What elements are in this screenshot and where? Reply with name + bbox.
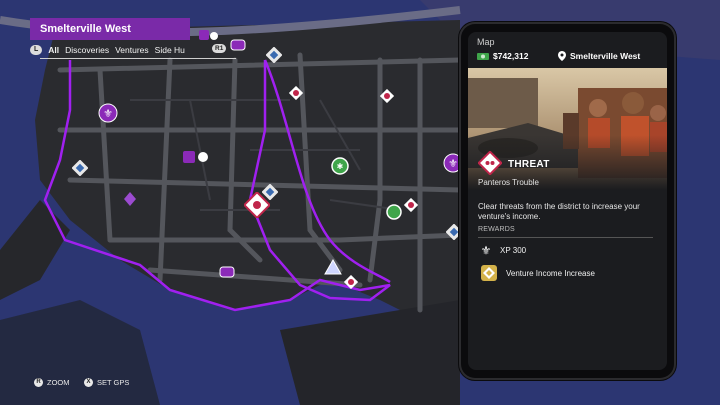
- fleur-marker[interactable]: ⚜: [98, 103, 118, 128]
- venture-income-icon: [481, 265, 497, 281]
- discovery-marker[interactable]: [71, 159, 89, 181]
- xp-icon: ⚜: [481, 244, 492, 256]
- filter-tab-discoveries[interactable]: Discoveries: [65, 45, 109, 55]
- location-pin-icon: [558, 51, 566, 61]
- rewards-label: REWARDS: [478, 226, 515, 233]
- discovery-marker[interactable]: [445, 223, 463, 245]
- filter-tab-ventures[interactable]: Ventures: [115, 45, 149, 55]
- money-value: $742,312: [493, 51, 529, 61]
- zoom-hint[interactable]: R ZOOM: [34, 378, 70, 387]
- cash-icon: [477, 52, 489, 60]
- money-display: $742,312: [477, 51, 528, 61]
- location-display: Smelterville West: [558, 51, 640, 61]
- district-name-tag: Smelterville West: [30, 18, 190, 40]
- filter-tab-side-hustles[interactable]: Side Hu: [155, 45, 185, 55]
- reward-venture-income: Venture Income Increase: [480, 264, 595, 282]
- set-gps-hint-label: SET GPS: [97, 378, 130, 387]
- rewards-divider: [478, 237, 653, 238]
- threat-marker[interactable]: [403, 197, 419, 217]
- reward-label: Venture Income Increase: [506, 268, 595, 278]
- phone-panel: Map $742,312 Smelterville West THREAT Pa…: [461, 24, 674, 378]
- fleur-marker[interactable]: ⚜: [443, 153, 463, 178]
- phone-app-title: Map: [477, 37, 495, 47]
- svg-text:⚜: ⚜: [481, 244, 492, 256]
- l1-button-icon[interactable]: L: [30, 45, 43, 55]
- collectible-marker[interactable]: [124, 192, 136, 211]
- threat-marker[interactable]: [288, 85, 304, 105]
- activity-name: Panteros Trouble: [478, 178, 539, 187]
- vehicle-marker[interactable]: [219, 265, 235, 284]
- svg-text:✱: ✱: [337, 162, 344, 171]
- map-filter-bar: L All Discoveries Ventures Side Hu: [30, 42, 238, 58]
- activity-type: THREAT: [508, 159, 550, 170]
- player-location-marker[interactable]: [324, 258, 342, 280]
- svg-text:⚜: ⚜: [448, 157, 458, 170]
- side-hustle-marker[interactable]: [183, 150, 209, 169]
- discovery-marker[interactable]: [261, 183, 279, 205]
- filter-underline: [40, 58, 236, 59]
- x-button-icon: X: [84, 378, 93, 387]
- threat-marker[interactable]: [343, 274, 359, 294]
- r1-button-icon[interactable]: R1: [212, 44, 227, 53]
- svg-text:⚜: ⚜: [103, 107, 113, 120]
- phone-screen: Map $742,312 Smelterville West THREAT Pa…: [468, 32, 667, 370]
- reward-label: XP 300: [500, 245, 527, 255]
- threat-marker[interactable]: [379, 88, 395, 108]
- threat-icon: [478, 151, 502, 175]
- filter-tab-all[interactable]: All: [48, 45, 59, 55]
- venture-marker[interactable]: [386, 204, 402, 225]
- zoom-hint-label: ZOOM: [47, 378, 70, 387]
- reward-xp: ⚜ XP 300: [480, 244, 526, 256]
- set-gps-hint[interactable]: X SET GPS: [84, 378, 129, 387]
- location-value: Smelterville West: [570, 51, 641, 61]
- r-button-icon: R: [34, 378, 43, 387]
- venture-marker[interactable]: ✱: [331, 157, 349, 180]
- discovery-marker[interactable]: [265, 46, 283, 68]
- activity-description: Clear threats from the district to incre…: [478, 202, 640, 221]
